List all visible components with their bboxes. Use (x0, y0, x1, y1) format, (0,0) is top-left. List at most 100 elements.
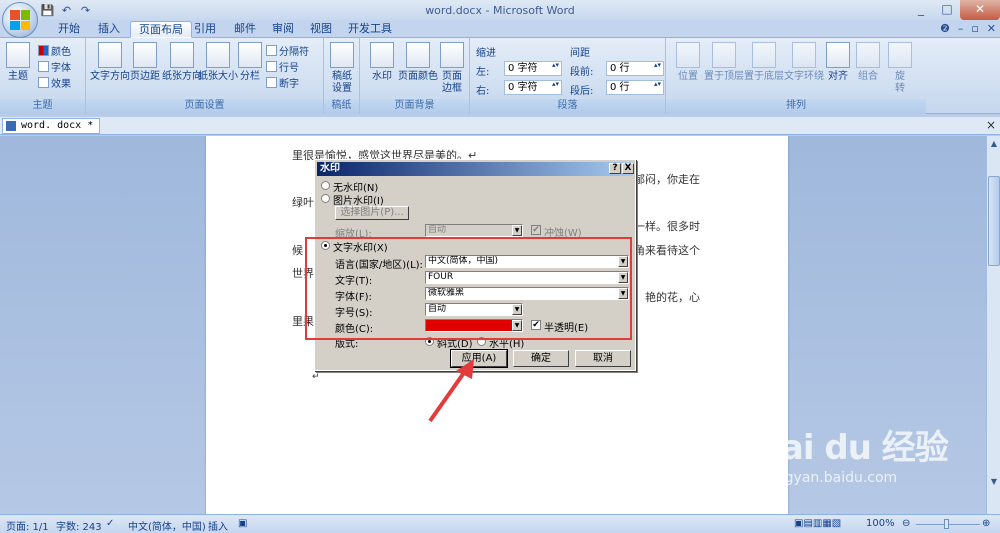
tab-view[interactable]: 视图 (302, 21, 340, 38)
document-tab-bar: word. docx * × (0, 117, 1000, 135)
draft-paper-icon (330, 42, 354, 68)
doc-line: 里果 (292, 315, 314, 328)
horizontal-radio[interactable] (477, 337, 486, 346)
indent-right-label: 右: (476, 86, 490, 97)
page-color-button[interactable]: 页面颜色 (398, 42, 438, 83)
text-direction-button[interactable]: 文字方向 (90, 42, 130, 83)
diagonal-label: 斜式(D) (437, 339, 473, 350)
spacing-after-input[interactable]: 0 行 (606, 80, 664, 95)
office-button[interactable] (2, 2, 38, 38)
tab-developer[interactable]: 开发工具 (340, 21, 400, 38)
group-page-background: 水印 页面颜色 页面 边框 页面背景 (360, 38, 470, 114)
themes-button[interactable]: 主题 (6, 42, 30, 83)
fonts-button[interactable]: 字体 (38, 59, 71, 74)
status-bar: 页面: 1/1 字数: 243 ✓ 中文(简体，中国) 插入 ▣ ▣▤▥▦▧ 1… (0, 514, 1000, 533)
ok-button[interactable]: 确定 (513, 350, 569, 367)
orientation-button[interactable]: 纸张方向 (162, 42, 202, 83)
watermark-button[interactable]: 水印 (370, 42, 394, 83)
dialog-help-button[interactable]: ? (609, 163, 621, 174)
word-count[interactable]: 字数: 243 (56, 518, 102, 533)
scroll-down-icon[interactable]: ▼ (988, 476, 1000, 488)
tab-review[interactable]: 审阅 (264, 21, 302, 38)
breaks-button[interactable]: 分隔符 (266, 43, 309, 58)
columns-button[interactable]: 分栏 (238, 42, 262, 83)
no-watermark-radio[interactable] (321, 181, 330, 190)
rotate-button[interactable]: 旋 转 (888, 42, 912, 95)
language-status[interactable]: 中文(简体，中国) (128, 518, 206, 533)
minimize-button[interactable]: _ (908, 0, 934, 20)
line-numbers-button[interactable]: 行号 (266, 59, 299, 74)
view-buttons[interactable]: ▣▤▥▦▧ (794, 518, 841, 529)
page-count[interactable]: 页面: 1/1 (6, 518, 49, 533)
spacing-before-input[interactable]: 0 行 (606, 61, 664, 76)
close-button[interactable]: ✕ (960, 0, 1000, 20)
proofing-icon[interactable]: ✓ (106, 518, 114, 529)
page-borders-button[interactable]: 页面 边框 (440, 42, 464, 95)
text-wrap-button[interactable]: 文字环绕 (784, 42, 824, 83)
help-icon[interactable]: ❷ (940, 22, 950, 35)
indent-left-input[interactable]: 0 字符 (504, 61, 562, 76)
indent-left-label: 左: (476, 67, 490, 78)
tab-page-layout[interactable]: 页面布局 (130, 21, 192, 38)
macro-record-icon[interactable]: ▣ (238, 518, 247, 529)
washout-label: 冲蚀(W) (544, 228, 582, 239)
washout-checkbox[interactable]: ✔ (531, 225, 541, 235)
tab-mailings[interactable]: 邮件 (226, 21, 264, 38)
position-button[interactable]: 位置 (676, 42, 700, 83)
picture-watermark-radio[interactable] (321, 194, 330, 203)
ribbon-restore-button[interactable]: ▫ (971, 22, 978, 35)
align-button[interactable]: 对齐 (826, 42, 850, 83)
language-select[interactable]: 中文(简体，中国) ▼ (425, 255, 629, 268)
align-icon (826, 42, 850, 68)
draft-settings-button[interactable]: 稿纸 设置 (330, 42, 354, 95)
insert-mode[interactable]: 插入 (208, 518, 228, 533)
send-back-button[interactable]: 置于底层 (744, 42, 784, 83)
maximize-button[interactable]: □ (934, 0, 960, 20)
text-select[interactable]: FOUR ▼ (425, 271, 629, 284)
ribbon-minimize-button[interactable]: – (958, 22, 964, 35)
scroll-up-icon[interactable]: ▲ (988, 138, 1000, 150)
group-objects-button[interactable]: 组合 (856, 42, 880, 83)
size-button[interactable]: 纸张大小 (198, 42, 238, 83)
cancel-button[interactable]: 取消 (575, 350, 631, 367)
group-label: 页面背景 (360, 99, 469, 114)
tab-home[interactable]: 开始 (50, 21, 88, 38)
scale-select[interactable]: 自动 ▼ (425, 224, 523, 237)
indent-right-input[interactable]: 0 字符 (504, 80, 562, 95)
hyphenation-icon (266, 77, 277, 88)
document-tab-close-icon[interactable]: × (986, 118, 996, 132)
tab-insert[interactable]: 插入 (90, 21, 128, 38)
color-select[interactable]: ▼ (425, 319, 523, 332)
doc-close-button[interactable]: ✕ (987, 22, 996, 35)
bring-front-button[interactable]: 置于顶层 (704, 42, 744, 83)
scroll-thumb[interactable] (988, 176, 1000, 266)
zoom-level[interactable]: 100% (866, 518, 895, 529)
size-select[interactable]: 自动 ▼ (425, 303, 523, 316)
group-arrange: 位置 置于顶层 置于底层 文字环绕 对齐 组合 旋 转 排列 (666, 38, 926, 114)
font-label: 字体(F): (335, 292, 372, 303)
spacing-label: 间距 (570, 48, 590, 59)
horizontal-label: 水平(H) (489, 339, 525, 350)
zoom-out-icon[interactable]: ⊖ (902, 518, 910, 529)
doc-line: 绿叶 (292, 196, 314, 209)
select-picture-button[interactable]: 选择图片(P)... (335, 206, 409, 220)
zoom-in-icon[interactable]: ⊕ (982, 518, 990, 529)
dialog-close-button[interactable]: X (622, 163, 634, 174)
zoom-slider-thumb[interactable] (944, 519, 949, 529)
vertical-scrollbar[interactable]: ▲ ▼ (986, 136, 1000, 514)
text-watermark-radio[interactable] (321, 241, 330, 250)
semitransparent-checkbox[interactable]: ✔ (531, 320, 541, 330)
watermark-dialog: 水印 ? X 无水印(N) 图片水印(I) 选择图片(P)... 缩放(L): … (314, 159, 636, 371)
font-select[interactable]: 微软雅黑 ▼ (425, 287, 629, 300)
hyphenation-button[interactable]: 断字 (266, 75, 299, 90)
tab-references[interactable]: 引用 (186, 21, 224, 38)
document-tab[interactable]: word. docx * (2, 118, 101, 134)
effects-button[interactable]: 效果 (38, 75, 71, 90)
margins-button[interactable]: 页边距 (130, 42, 160, 83)
picture-watermark-label: 图片水印(I) (333, 196, 384, 207)
page-color-icon (406, 42, 430, 68)
group-label: 段落 (470, 99, 665, 114)
colors-button[interactable]: 颜色 (38, 43, 71, 58)
diagonal-radio[interactable] (425, 337, 434, 346)
rotate-icon (888, 42, 912, 68)
